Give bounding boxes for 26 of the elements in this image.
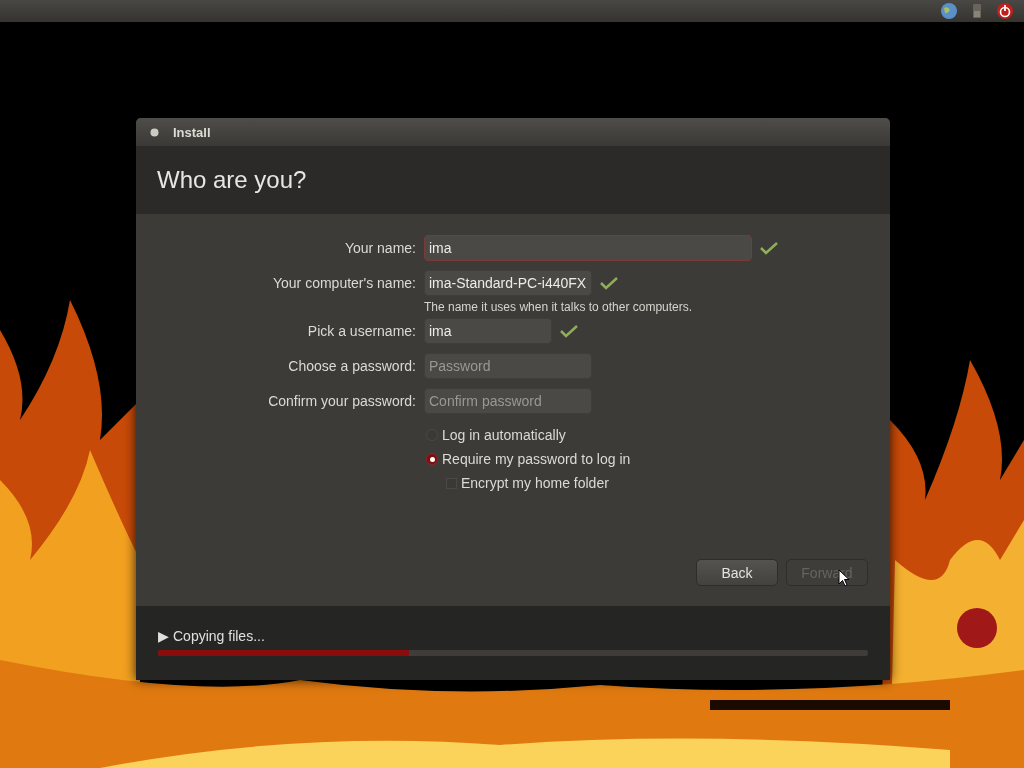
- text-field[interactable]: ima: [424, 235, 752, 261]
- radio-button[interactable]: [426, 453, 438, 465]
- check-icon: [760, 241, 778, 255]
- window-title: Install: [173, 124, 211, 140]
- field-hint: The name it uses when it talks to other computers.: [424, 300, 693, 314]
- checkbox-label[interactable]: Encrypt my home folder: [461, 475, 609, 491]
- field-label: Pick a username:: [306, 322, 417, 341]
- text-field[interactable]: Password: [424, 353, 592, 379]
- window-menu-icon[interactable]: [150, 127, 159, 137]
- progress-label: Copying files...: [173, 628, 265, 644]
- expander-icon[interactable]: ▶: [158, 628, 169, 644]
- field-label: Confirm your password:: [267, 392, 417, 411]
- text-field[interactable]: Confirm password: [424, 388, 592, 414]
- check-icon: [600, 276, 618, 290]
- text-field[interactable]: ima-Standard-PC-i440FX: [424, 270, 592, 296]
- field-label: Your name:: [343, 239, 417, 258]
- field-label: Your computer's name:: [272, 274, 417, 293]
- option-label[interactable]: Log in automatically: [442, 427, 566, 443]
- option-label[interactable]: Require my password to log in: [442, 451, 631, 467]
- check-icon: [560, 324, 578, 338]
- text-field[interactable]: ima: [424, 318, 552, 344]
- globe-icon[interactable]: [940, 2, 958, 20]
- power-icon[interactable]: [996, 2, 1014, 20]
- field-label: Choose a password:: [287, 357, 417, 376]
- page-heading: Who are you?: [157, 166, 307, 194]
- back-button[interactable]: Back: [696, 559, 778, 586]
